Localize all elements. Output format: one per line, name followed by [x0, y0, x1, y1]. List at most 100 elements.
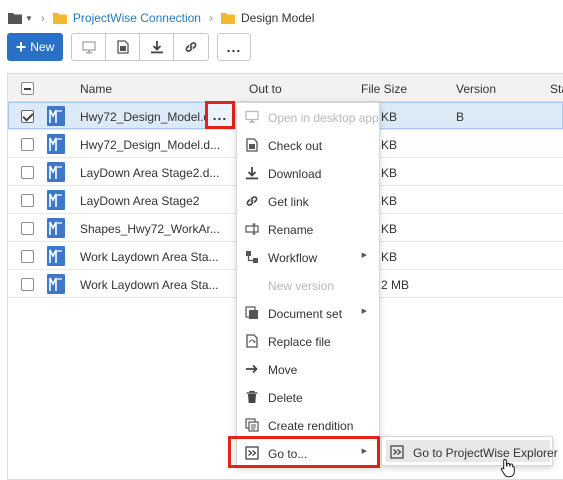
file-size: KB [381, 250, 398, 264]
menu-item-move[interactable]: Move [237, 355, 379, 383]
root-folder-dropdown[interactable]: ▼ [8, 12, 33, 24]
menu-item-check-out[interactable]: Check out [237, 131, 379, 159]
microstation-file-icon [47, 246, 65, 266]
menu-item-label: Rename [268, 223, 314, 237]
toolbar: + New ... [7, 33, 251, 61]
monitor-icon [81, 40, 96, 53]
menu-item-get-link[interactable]: Get link [237, 187, 379, 215]
menu-item-label: Check out [268, 139, 323, 153]
goto-icon [390, 445, 404, 459]
row-checkbox[interactable] [21, 194, 34, 207]
breadcrumb-separator: › [208, 11, 213, 25]
more-actions-button[interactable]: ... [217, 33, 251, 61]
breadcrumb-current: Design Model [240, 11, 315, 25]
new-button[interactable]: + New [7, 33, 63, 61]
get-link-button[interactable] [174, 34, 208, 60]
menu-item-replace-file[interactable]: Replace file [237, 327, 379, 355]
microstation-file-icon [47, 106, 65, 126]
goto-highlight-box [228, 436, 380, 468]
menu-item-label: Get link [268, 195, 309, 209]
folder-icon [8, 13, 22, 24]
file-version: B [456, 110, 465, 124]
goto-submenu: Go to ProjectWise Explorer [381, 436, 558, 466]
table-header: Name Out to File Size Version Sta [8, 74, 563, 102]
microstation-file-icon [47, 190, 65, 210]
column-header-version[interactable]: Version [456, 82, 496, 96]
context-menu: Open in desktop app Check out Download G… [236, 102, 380, 467]
menu-item-label: Open in desktop app [268, 111, 379, 125]
file-name[interactable]: LayDown Area Stage2.d... [80, 166, 219, 180]
microstation-file-icon [47, 274, 65, 294]
file-size: KB [381, 138, 398, 152]
download-button[interactable] [140, 34, 174, 60]
monitor-icon [245, 110, 259, 123]
menu-item-open-in-desktop-app[interactable]: Open in desktop app [237, 103, 379, 131]
check-out-button[interactable] [106, 34, 140, 60]
file-size: 2 MB [381, 278, 410, 292]
microstation-file-icon [47, 218, 65, 238]
folder-icon [52, 13, 67, 24]
file-name[interactable]: Shapes_Hwy72_WorkAr... [80, 222, 220, 236]
rename-icon [245, 223, 259, 235]
file-name[interactable]: Hwy72_Design_Model.d... [80, 138, 220, 152]
menu-item-download[interactable]: Download [237, 159, 379, 187]
file-size: KB [381, 110, 398, 124]
file-name[interactable]: Work Laydown Area Sta... [80, 278, 219, 292]
menu-item-label: Move [268, 363, 298, 377]
row-checkbox[interactable] [21, 166, 34, 179]
menu-item-label: Document set [268, 307, 343, 321]
trash-icon [246, 390, 258, 403]
row-checkbox[interactable] [21, 222, 34, 235]
file-name[interactable]: Hwy72_Design_Model.d... [80, 110, 220, 124]
menu-item-rename[interactable]: Rename [237, 215, 379, 243]
microstation-file-icon [47, 134, 65, 154]
row-checkbox[interactable] [21, 250, 34, 263]
menu-item-label: Download [268, 167, 322, 181]
breadcrumb-separator: › [40, 11, 45, 25]
menu-item-create-rendition[interactable]: Create rendition [237, 411, 379, 439]
row-checkbox[interactable] [21, 110, 34, 123]
download-icon [150, 41, 163, 54]
plus-icon: + [15, 37, 27, 57]
file-name[interactable]: LayDown Area Stage2 [80, 194, 199, 208]
column-header-name[interactable]: Name [80, 82, 112, 96]
replace-file-icon [246, 334, 258, 348]
chevron-down-icon: ▼ [25, 13, 33, 23]
folder-icon [220, 13, 235, 24]
link-icon [246, 196, 258, 206]
move-arrow-icon [246, 364, 258, 374]
menu-item-label: Workflow [268, 251, 318, 265]
document-set-icon [245, 306, 258, 319]
column-header-state[interactable]: Sta [550, 82, 563, 96]
file-size: KB [381, 222, 398, 236]
submenu-item-label: Go to ProjectWise Explorer [413, 446, 558, 460]
column-header-file-size[interactable]: File Size [361, 82, 407, 96]
breadcrumb-link-projectwise[interactable]: ProjectWise Connection [73, 11, 201, 25]
menu-item-label: New version [268, 279, 335, 293]
select-all-checkbox[interactable] [21, 82, 34, 95]
download-icon [246, 167, 258, 180]
rendition-icon [245, 418, 259, 432]
more-dots-icon: ... [212, 107, 228, 123]
row-more-options-button[interactable]: ... [205, 101, 235, 129]
row-checkbox[interactable] [21, 138, 34, 151]
new-button-label: New [30, 40, 55, 54]
chevron-right-icon: ▶ [361, 308, 367, 315]
check-out-icon [116, 40, 129, 54]
check-out-icon [246, 138, 258, 152]
menu-item-new-version[interactable]: New version [237, 271, 379, 299]
menu-item-delete[interactable]: Delete [237, 383, 379, 411]
column-header-out-to[interactable]: Out to [249, 82, 282, 96]
row-checkbox[interactable] [21, 278, 34, 291]
link-icon [185, 42, 197, 52]
menu-item-label: Replace file [268, 335, 331, 349]
hand-cursor-icon [500, 458, 515, 478]
menu-item-label: Create rendition [268, 419, 354, 433]
open-desktop-button[interactable] [72, 34, 106, 60]
toolbar-button-group [71, 33, 209, 61]
microstation-file-icon [47, 162, 65, 182]
file-size: KB [381, 166, 398, 180]
file-name[interactable]: Work Laydown Area Sta... [80, 250, 219, 264]
menu-item-workflow[interactable]: Workflow ▶ [237, 243, 379, 271]
menu-item-document-set[interactable]: Document set ▶ [237, 299, 379, 327]
